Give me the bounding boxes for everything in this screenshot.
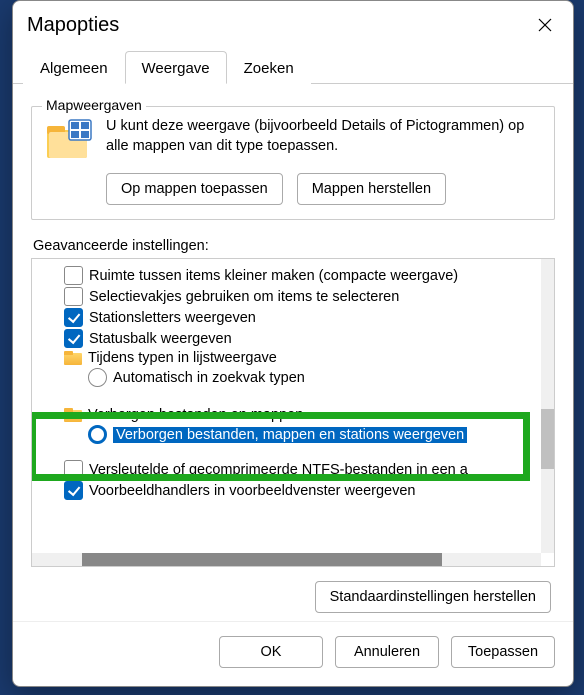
folderviews-label: Mapweergaven — [42, 97, 146, 113]
option-status-bar[interactable]: Statusbalk weergeven — [38, 328, 536, 349]
checkbox-icon — [64, 287, 83, 306]
vertical-scrollbar[interactable] — [541, 259, 554, 553]
tab-general[interactable]: Algemeen — [23, 51, 125, 84]
horizontal-scrollbar[interactable] — [32, 553, 541, 566]
advanced-settings-tree[interactable]: Ruimte tussen items kleiner maken (compa… — [32, 259, 540, 552]
ok-button[interactable]: OK — [219, 636, 323, 668]
option-label: Ruimte tussen items kleiner maken (compa… — [89, 268, 458, 284]
advanced-settings-label: Geavanceerde instellingen: — [33, 238, 555, 254]
dialog-footer: OK Annuleren Toepassen — [13, 621, 573, 686]
option-item-checkboxes[interactable]: Selectievakjes gebruiken om items te sel… — [38, 286, 536, 307]
restore-defaults-button[interactable]: Standaardinstellingen herstellen — [315, 581, 551, 613]
option-preview-handlers[interactable]: Voorbeeldhandlers in voorbeeldvenster we… — [38, 480, 536, 501]
checkbox-icon — [64, 266, 83, 285]
titlebar: Mapopties — [13, 1, 573, 45]
option-label: Selectievakjes gebruiken om items te sel… — [89, 289, 399, 305]
option-compact-view[interactable]: Ruimte tussen items kleiner maken (compa… — [38, 265, 536, 286]
radio-selected-icon — [88, 425, 107, 444]
dialog-title: Mapopties — [27, 14, 119, 37]
folderviews-icon — [44, 117, 94, 163]
tab-search[interactable]: Zoeken — [227, 51, 311, 84]
tab-bar: Algemeen Weergave Zoeken — [13, 51, 573, 84]
option-ntfs-color[interactable]: Versleutelde of gecomprimeerde NTFS-best… — [38, 459, 536, 480]
group-typing-in-listview: Tijdens typen in lijstweergave — [38, 349, 536, 367]
horizontal-scrollbar-thumb[interactable] — [82, 553, 442, 566]
folderviews-text: U kunt deze weergave (bijvoorbeeld Detai… — [106, 117, 542, 156]
reset-folders-button[interactable]: Mappen herstellen — [297, 173, 446, 205]
folder-icon — [64, 351, 82, 365]
option-drive-letters[interactable]: Stationsletters weergeven — [38, 307, 536, 328]
folder-options-dialog: Mapopties Algemeen Weergave Zoeken Mapwe… — [12, 0, 574, 687]
option-label: Voorbeeldhandlers in voorbeeldvenster we… — [89, 483, 415, 499]
close-icon — [538, 18, 552, 32]
close-button[interactable] — [531, 11, 559, 39]
option-label: Automatisch in zoekvak typen — [113, 370, 305, 386]
checkbox-icon — [64, 460, 83, 479]
group-label: Tijdens typen in lijstweergave — [88, 350, 277, 366]
apply-to-folders-button[interactable]: Op mappen toepassen — [106, 173, 283, 205]
option-show-hidden-files[interactable]: Verborgen bestanden, mappen en stations … — [38, 424, 536, 445]
apply-button[interactable]: Toepassen — [451, 636, 555, 668]
radio-icon — [88, 368, 107, 387]
option-label: Verborgen bestanden, mappen en stations … — [113, 427, 467, 443]
checkbox-checked-icon — [64, 308, 83, 327]
option-label: Stationsletters weergeven — [89, 310, 256, 326]
folder-icon — [64, 408, 82, 422]
folderviews-group: Mapweergaven U kunt deze weergave (bijvo… — [31, 106, 555, 220]
group-hidden-files: Verborgen bestanden en mappen — [38, 406, 536, 424]
cancel-button[interactable]: Annuleren — [335, 636, 439, 668]
checkbox-checked-icon — [64, 329, 83, 348]
tab-content-view: Mapweergaven U kunt deze weergave (bijvo… — [13, 84, 573, 621]
advanced-settings-box: Ruimte tussen items kleiner maken (compa… — [31, 258, 555, 567]
vertical-scrollbar-thumb[interactable] — [541, 409, 554, 469]
group-label: Verborgen bestanden en mappen — [88, 407, 303, 423]
checkbox-checked-icon — [64, 481, 83, 500]
option-label: Statusbalk weergeven — [89, 331, 232, 347]
tab-view[interactable]: Weergave — [125, 51, 227, 84]
option-label: Versleutelde of gecomprimeerde NTFS-best… — [89, 462, 468, 478]
option-auto-type-searchbox[interactable]: Automatisch in zoekvak typen — [38, 367, 536, 388]
